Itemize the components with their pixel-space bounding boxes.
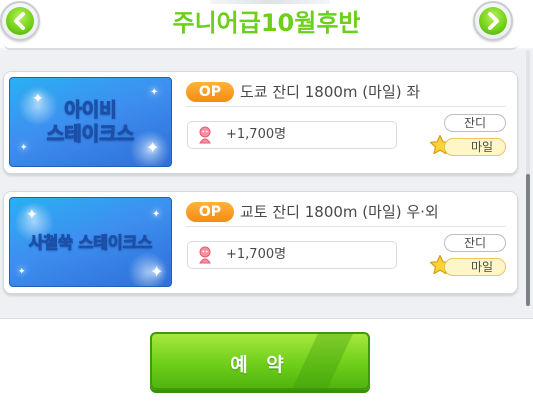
sparkle-icon: ✦ (26, 207, 38, 223)
grade-badge: OP (186, 82, 234, 102)
grade-badge: OP (186, 202, 234, 222)
banner-title-line: 사철쑥 스테이크스 (28, 233, 153, 253)
race-banner: ✦ ✦ ✦ ✦ 사철쑥 스테이크스 (9, 197, 172, 287)
header-bar: 주니어급10월후반 (0, 0, 533, 50)
reserve-button[interactable]: 예 약 (150, 332, 370, 390)
fans-count: +1,700명 (226, 127, 287, 142)
fans-field: +1,700명 (187, 241, 397, 269)
chevron-right-icon (479, 7, 507, 35)
race-name: 도쿄 잔디 1800m (마일) 좌 (240, 83, 421, 101)
race-name: 교토 잔디 1800m (마일) 우·외 (240, 203, 439, 221)
fan-icon (199, 126, 211, 144)
page-title: 주니어급10월후반 (172, 9, 361, 37)
surface-badge: 잔디 (444, 114, 506, 132)
divider (186, 226, 506, 227)
scrollbar-thumb[interactable] (526, 174, 530, 306)
distance-badge: 마일 (444, 258, 506, 276)
fans-field: +1,700명 (187, 121, 397, 149)
sparkle-icon: ✦ (18, 267, 26, 277)
distance-badge: 마일 (444, 138, 506, 156)
sparkle-icon: ✦ (150, 87, 159, 98)
sparkle-icon: ✦ (152, 209, 161, 220)
reserve-button-label: 예 약 (230, 354, 290, 376)
surface-badge: 잔디 (444, 234, 506, 252)
next-button[interactable] (473, 1, 513, 41)
fans-count: +1,700명 (226, 247, 287, 262)
race-card[interactable]: ✦ ✦ ✦ ✦ 아이비 스테이크스 OP 도쿄 잔디 1800m (마일) 좌 … (3, 71, 518, 174)
race-card[interactable]: ✦ ✦ ✦ ✦ 사철쑥 스테이크스 OP 교토 잔디 1800m (마일) 우·… (3, 191, 518, 294)
banner-title-line: 아이비 (64, 99, 117, 122)
fan-icon (199, 246, 211, 264)
divider (186, 106, 506, 107)
sparkle-icon: ✦ (150, 262, 164, 281)
race-banner: ✦ ✦ ✦ ✦ 아이비 스테이크스 (9, 77, 172, 167)
banner-title-line: 스테이크스 (46, 123, 135, 146)
